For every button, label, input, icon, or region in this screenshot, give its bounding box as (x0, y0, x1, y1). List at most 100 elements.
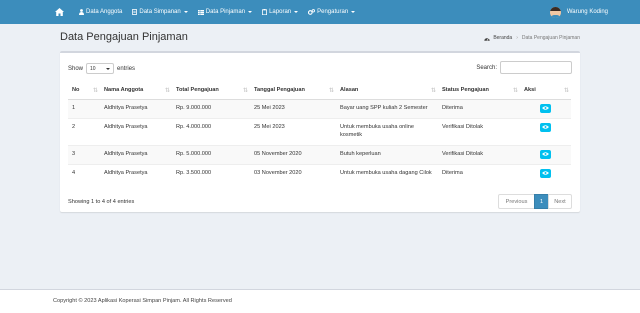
nav-label: Pengaturan (317, 9, 349, 15)
cell-nama: Aldhitya Prasetya (100, 163, 172, 192)
nav-label: Data Anggota (86, 9, 123, 15)
page-title: Data Pengajuan Pinjaman (60, 31, 188, 43)
table-header-row: No ⇅ Nama Anggota ⇅ Total Pengajuan ⇅ Tangg… (68, 82, 571, 100)
page-size-value: 10 (90, 65, 96, 72)
cell-total: Rp. 3.500.000 (172, 163, 250, 192)
caret-down-icon (248, 11, 253, 13)
user-menu[interactable]: Warung Koding (549, 0, 608, 24)
sort-icon: ⇅ (430, 88, 436, 94)
gears-icon (308, 9, 316, 15)
view-button[interactable] (540, 168, 551, 178)
table-info: Showing 1 to 4 of 4 entries (68, 199, 135, 205)
cell-no: 1 (68, 98, 100, 118)
cell-status: Diterima (438, 98, 520, 118)
pagination: Previous 1 Next (498, 194, 572, 209)
column-header-status[interactable]: Status Pengajuan ⇅ (438, 82, 520, 100)
sort-icon: ⇅ (242, 88, 248, 94)
sort-asc-icon: ⇅ (92, 88, 98, 94)
table-row: 1 Aldhitya Prasetya Rp. 9.000.000 25 Mei… (68, 98, 571, 118)
home-icon[interactable] (52, 0, 66, 24)
nav-data-simpanan[interactable]: Data Simpanan (127, 0, 192, 24)
breadcrumb: Beranda › Data Pengajuan Pinjaman (484, 35, 580, 41)
cell-alasan: Untuk membuka usaha dagang Cilok (336, 163, 438, 192)
cell-total: Rp. 9.000.000 (172, 98, 250, 118)
cell-nama: Aldhitya Prasetya (100, 144, 172, 164)
cell-tanggal: 25 Mei 2023 (250, 117, 336, 145)
cell-alasan: Untuk membuka usaha online kosmetik (336, 117, 438, 145)
cell-status: Verifikasi Ditolak (438, 117, 520, 145)
cell-nama: Aldhitya Prasetya (100, 117, 172, 145)
cell-tanggal: 05 November 2020 (250, 144, 336, 164)
cell-no: 3 (68, 144, 100, 164)
dashboard-icon (484, 36, 491, 41)
eye-icon (542, 152, 549, 156)
sort-icon: ⇅ (328, 88, 334, 94)
user-icon (79, 9, 84, 15)
cell-no: 2 (68, 117, 100, 145)
view-button[interactable] (540, 122, 551, 132)
nav-data-anggota[interactable]: Data Anggota (74, 0, 127, 24)
nav-data-pinjaman[interactable]: Data Pinjaman (193, 0, 257, 24)
caret-down-icon (351, 11, 356, 13)
footer: Copyright © 2023 Aplikasi Koperasi Simpa… (0, 289, 640, 313)
breadcrumb-current: Data Pengajuan Pinjaman (521, 35, 580, 41)
cell-total: Rp. 5.000.000 (172, 144, 250, 164)
cell-alasan: Butuh keperluan (336, 144, 438, 164)
entries-label: entries (117, 65, 136, 72)
cell-aksi (520, 163, 571, 192)
nav-menu: Data Anggota Data Simpanan Data Pinjaman… (74, 0, 360, 24)
caret-down-icon (183, 11, 188, 13)
cell-aksi (520, 117, 571, 145)
cell-aksi (520, 144, 571, 164)
column-header-tanggal[interactable]: Tanggal Pengajuan ⇅ (250, 82, 336, 100)
nav-laporan[interactable]: Laporan (257, 0, 303, 24)
cell-tanggal: 03 November 2020 (250, 163, 336, 192)
loan-applications-table: No ⇅ Nama Anggota ⇅ Total Pengajuan ⇅ Tangg… (68, 82, 571, 192)
breadcrumb-separator: › (516, 35, 518, 41)
search-input[interactable] (500, 61, 572, 74)
view-button[interactable] (540, 149, 551, 159)
cell-alasan: Bayar uang SPP kuliah 2 Semester (336, 98, 438, 118)
nav-label: Data Simpanan (139, 9, 181, 15)
cell-total: Rp. 4.000.000 (172, 117, 250, 145)
page-1-button[interactable]: 1 (534, 194, 549, 209)
top-navbar: Data Anggota Data Simpanan Data Pinjaman… (0, 0, 640, 24)
nav-label: Laporan (269, 9, 292, 15)
table-row: 4 Aldhitya Prasetya Rp. 3.500.000 03 Nov… (68, 163, 571, 192)
sort-icon: ⇅ (563, 88, 569, 94)
column-header-no[interactable]: No ⇅ (68, 82, 100, 100)
eye-icon (542, 106, 549, 110)
copyright-text: Copyright © 2023 Aplikasi Koperasi Simpa… (53, 298, 232, 304)
avatar (549, 6, 561, 18)
column-header-total[interactable]: Total Pengajuan ⇅ (172, 82, 250, 100)
search-label: Search: (476, 64, 497, 71)
cell-status: Diterima (438, 163, 520, 192)
search-control: Search: (476, 61, 572, 74)
breadcrumb-home[interactable]: Beranda (493, 35, 512, 41)
document-icon (132, 9, 138, 15)
column-header-nama[interactable]: Nama Anggota ⇅ (100, 82, 172, 100)
eye-icon (542, 171, 549, 175)
content-box: Show 10 entries Search: No ⇅ Nama Anggota… (60, 51, 580, 212)
sort-icon: ⇅ (164, 88, 170, 94)
table-icon (197, 9, 204, 15)
table-row: 3 Aldhitya Prasetya Rp. 5.000.000 05 Nov… (68, 144, 571, 164)
user-name: Warung Koding (566, 9, 608, 15)
table-row: 2 Aldhitya Prasetya Rp. 4.000.000 25 Mei… (68, 117, 571, 145)
clipboard-icon (262, 9, 268, 15)
show-label: Show (68, 65, 84, 72)
cell-aksi (520, 98, 571, 118)
column-header-alasan[interactable]: Alasan ⇅ (336, 82, 438, 100)
cell-tanggal: 25 Mei 2023 (250, 98, 336, 118)
previous-page-button[interactable]: Previous (498, 194, 535, 209)
cell-nama: Aldhitya Prasetya (100, 98, 172, 118)
next-page-button[interactable]: Next (548, 194, 572, 209)
nav-label: Data Pinjaman (205, 9, 246, 15)
nav-pengaturan[interactable]: Pengaturan (303, 0, 360, 24)
page-size-select[interactable]: 10 (86, 63, 115, 74)
column-header-aksi[interactable]: Aksi ⇅ (520, 82, 571, 100)
chevron-down-icon (106, 67, 111, 70)
eye-icon (542, 125, 549, 129)
view-button[interactable] (540, 103, 551, 113)
cell-status: Verifikasi Ditolak (438, 144, 520, 164)
